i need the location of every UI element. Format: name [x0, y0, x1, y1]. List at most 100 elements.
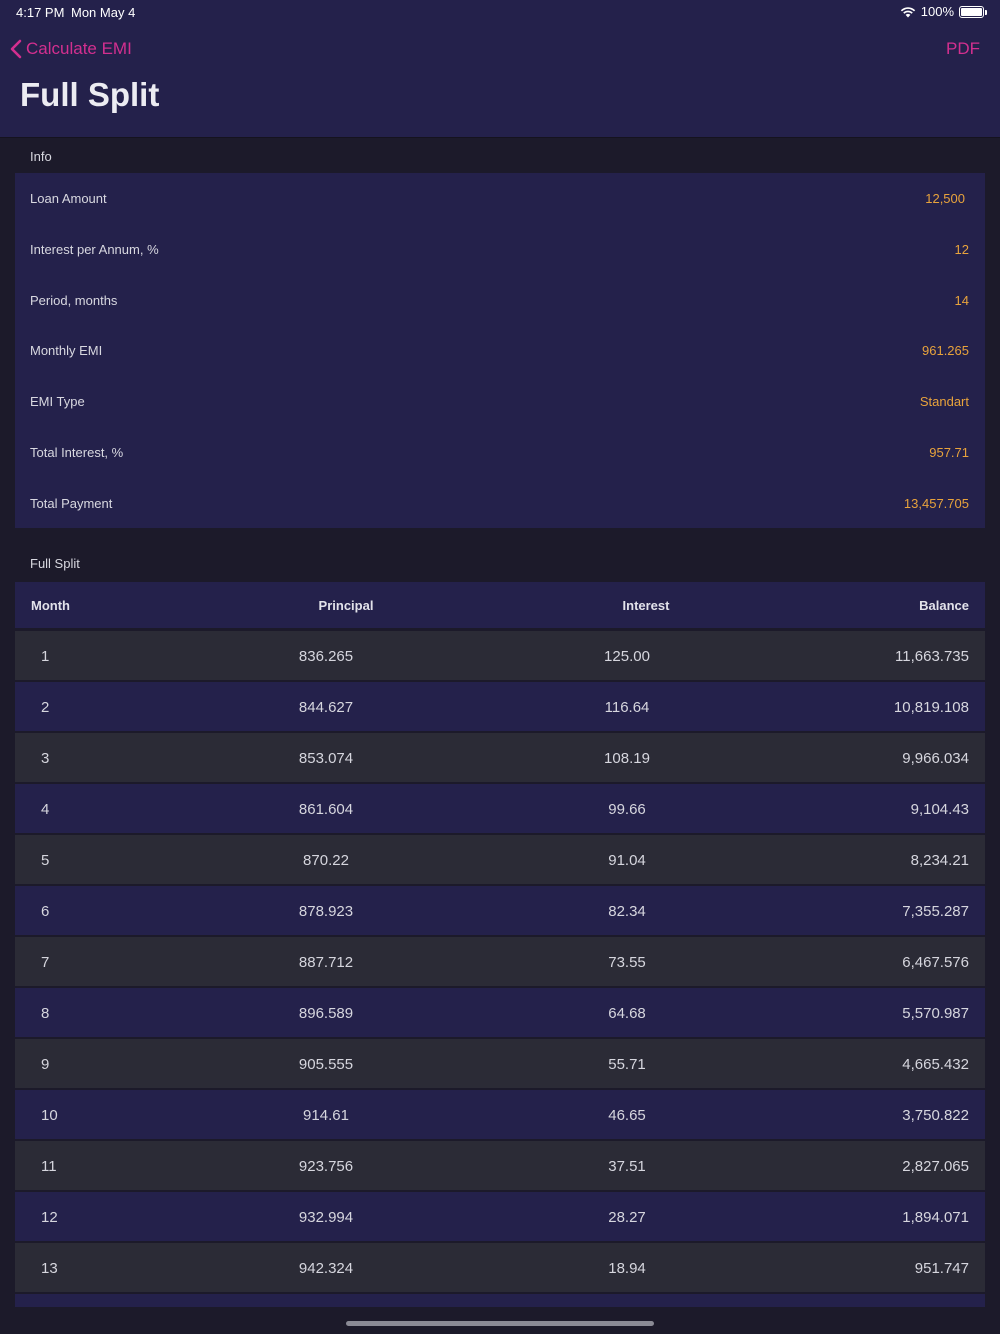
table-row: 9 905.555 55.71 4,665.432 [15, 1039, 985, 1088]
cell-principal: 844.627 [298, 699, 354, 716]
cell-principal: 870.22 [303, 852, 349, 869]
cell-month: 6 [41, 903, 50, 920]
cell-interest: 99.66 [608, 801, 646, 818]
cell-principal: 887.712 [298, 954, 354, 971]
table-row: 2 844.627 116.64 10,819.108 [15, 682, 985, 731]
cell-principal: 896.589 [298, 1005, 354, 1022]
info-row-period: Period, months 14 [15, 275, 985, 325]
info-label: Monthly EMI [30, 342, 103, 358]
wifi-icon [900, 6, 915, 17]
page-title: Full Split [20, 76, 160, 113]
info-row-loan-amount: Loan Amount 12,500 [15, 173, 985, 223]
cell-month: 13 [41, 1260, 58, 1277]
info-card: Loan Amount 12,500 Interest per Annum, %… [15, 173, 985, 528]
status-date: Mon May 4 [71, 5, 136, 20]
cell-balance: 4,665.432 [902, 1056, 969, 1073]
back-button-label: Calculate EMI [26, 39, 132, 58]
cell-balance: 10,819.108 [893, 699, 969, 716]
cell-month: 11 [41, 1158, 57, 1175]
cell-balance: 9,104.43 [910, 801, 969, 818]
cell-balance: 8,234.21 [910, 852, 969, 869]
cell-principal: 861.604 [298, 801, 354, 818]
cell-month: 1 [41, 648, 50, 665]
column-header-interest: Interest [622, 598, 670, 613]
info-row-total-interest: Total Interest, % 957.71 [15, 427, 985, 477]
cell-balance: 951.747 [914, 1260, 969, 1277]
cell-balance: 3,750.822 [902, 1107, 969, 1124]
cell-principal: 853.074 [298, 750, 354, 767]
info-row-interest-per-annum: Interest per Annum, % 12 [15, 224, 985, 274]
cell-interest: 82.34 [608, 903, 646, 920]
cell-principal: 932.994 [298, 1209, 354, 1226]
cell-month: 4 [41, 801, 50, 818]
table-row: 1 836.265 125.00 11,663.735 [15, 631, 985, 680]
info-value: 12 [954, 241, 969, 257]
cell-principal: 942.324 [298, 1260, 354, 1277]
cell-principal: 923.756 [298, 1158, 354, 1175]
cell-balance: 2,827.065 [902, 1158, 969, 1175]
info-value: 13,457.705 [903, 495, 969, 511]
cell-month: 9 [41, 1056, 50, 1073]
pdf-button[interactable]: PDF [946, 39, 980, 59]
cell-balance: 5,570.987 [902, 1005, 969, 1022]
cell-interest: 18.94 [608, 1260, 646, 1277]
info-label: EMI Type [30, 393, 85, 409]
cell-month: 12 [41, 1209, 58, 1226]
cell-month: 5 [41, 852, 50, 869]
battery-icon [959, 5, 987, 18]
cell-month: 7 [41, 954, 50, 971]
info-label: Interest per Annum, % [30, 241, 159, 257]
table-row: 10 914.61 46.65 3,750.822 [15, 1090, 985, 1139]
cell-balance: 7,355.287 [902, 903, 969, 920]
cell-principal: 878.923 [298, 903, 354, 920]
table-row-partial [15, 1294, 985, 1307]
battery-percentage: 100% [920, 4, 954, 19]
table-row: 5 870.22 91.04 8,234.21 [15, 835, 985, 884]
info-value: Standart [919, 393, 969, 409]
table-row: 6 878.923 82.34 7,355.287 [15, 886, 985, 935]
chevron-left-icon [10, 39, 22, 59]
cell-interest: 46.65 [608, 1107, 646, 1124]
cell-month: 10 [41, 1107, 58, 1124]
status-indicators: 100% [900, 4, 987, 19]
cell-month: 8 [41, 1005, 50, 1022]
cell-principal: 836.265 [298, 648, 354, 665]
info-label: Total Interest, % [30, 444, 124, 460]
home-indicator[interactable] [346, 1321, 654, 1326]
cell-balance: 1,894.071 [902, 1209, 969, 1226]
cell-interest: 73.55 [608, 954, 646, 971]
table-row: 8 896.589 64.68 5,570.987 [15, 988, 985, 1037]
navigation-header: 4:17 PM Mon May 4 100% Calculate EMI PDF… [0, 0, 1000, 138]
column-header-principal: Principal [318, 598, 374, 613]
full-split-section-label: Full Split [30, 556, 80, 571]
cell-principal: 914.61 [303, 1107, 349, 1124]
cell-balance: 6,467.576 [902, 954, 969, 971]
info-label: Total Payment [30, 495, 113, 511]
info-value: 957.71 [929, 444, 969, 460]
column-header-balance: Balance [919, 598, 969, 613]
info-value: 12,500 [925, 190, 965, 206]
info-label: Period, months [30, 292, 118, 308]
cell-month: 2 [41, 699, 50, 716]
table-row: 11 923.756 37.51 2,827.065 [15, 1141, 985, 1190]
cell-balance: 11,663.735 [895, 648, 969, 665]
cell-interest: 64.68 [608, 1005, 646, 1022]
cell-interest: 55.71 [608, 1056, 646, 1073]
cell-interest: 125.00 [604, 648, 650, 665]
info-row-total-payment: Total Payment 13,457.705 [15, 478, 985, 528]
cell-interest: 91.04 [608, 852, 646, 869]
table-row: 4 861.604 99.66 9,104.43 [15, 784, 985, 833]
table-row: 12 932.994 28.27 1,894.071 [15, 1192, 985, 1241]
column-header-month: Month [31, 598, 70, 613]
back-button[interactable]: Calculate EMI [10, 36, 132, 62]
cell-interest: 28.27 [608, 1209, 646, 1226]
cell-interest: 37.51 [608, 1158, 646, 1175]
info-value: 14 [954, 292, 969, 308]
table-row: 3 853.074 108.19 9,966.034 [15, 733, 985, 782]
info-row-emi-type: EMI Type Standart [15, 376, 985, 426]
status-time: 4:17 PM [16, 5, 65, 20]
status-bar: 4:17 PM Mon May 4 100% [0, 0, 1000, 24]
cell-interest: 108.19 [604, 750, 650, 767]
info-section-label: Info [30, 149, 52, 164]
cell-balance: 9,966.034 [902, 750, 969, 767]
